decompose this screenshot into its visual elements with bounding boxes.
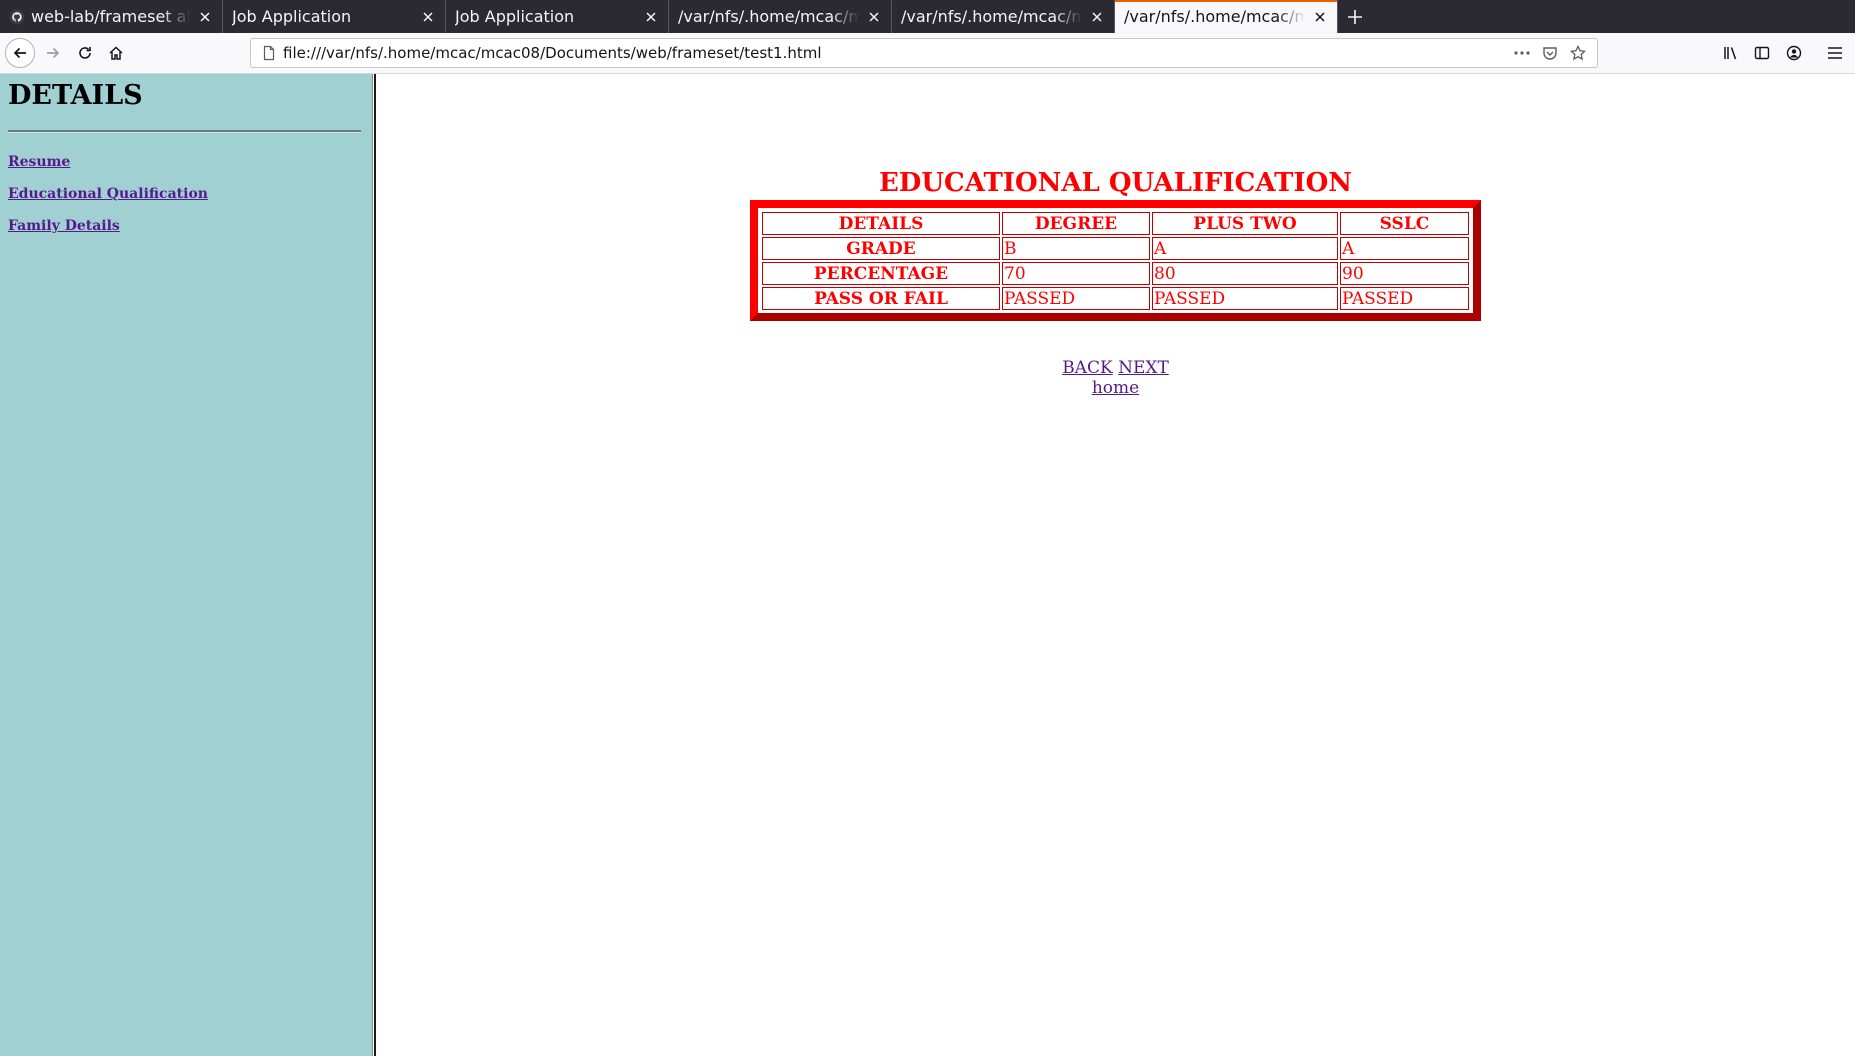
tab-4[interactable]: /var/nfs/.home/mcac/mcac — [892, 0, 1115, 33]
next-link[interactable]: NEXT — [1118, 358, 1169, 378]
tab-strip: web-lab/frameset at ma Job Application J… — [0, 0, 1855, 33]
column-header: DETAILS — [762, 212, 1000, 235]
sidebar-heading: DETAILS — [8, 80, 143, 111]
page-navigation: BACK NEXT home — [376, 358, 1855, 398]
tab-3[interactable]: /var/nfs/.home/mcac/mcac — [669, 0, 892, 33]
forward-button[interactable] — [39, 39, 67, 67]
account-button[interactable] — [1780, 39, 1808, 67]
table-row: PASS OR FAIL PASSED PASSED PASSED — [762, 287, 1469, 310]
table-cell: PASSED — [1002, 287, 1150, 310]
star-icon — [1570, 45, 1586, 61]
column-header: SSLC — [1340, 212, 1469, 235]
reload-button[interactable] — [71, 39, 99, 67]
tab-title: Job Application — [232, 7, 413, 26]
sidebar-link-educational-qualification[interactable]: Educational Qualification — [8, 186, 208, 202]
library-icon — [1724, 47, 1737, 60]
qualification-table: DETAILS DEGREE PLUS TWO SSLC GRADE B A A… — [750, 200, 1481, 321]
table-cell: PASSED — [1340, 287, 1469, 310]
plus-icon — [1348, 9, 1362, 24]
more-dots-icon — [1514, 51, 1530, 55]
tab-title: Job Application — [455, 7, 636, 26]
home-button[interactable] — [102, 39, 130, 67]
tab-title: /var/nfs/.home/mcac/mcac — [1124, 7, 1305, 26]
home-icon — [109, 46, 123, 60]
url-text[interactable]: file:///var/nfs/.home/mcac/mcac08/Docume… — [283, 44, 1509, 62]
close-tab-icon[interactable] — [1088, 8, 1106, 26]
bookmark-button[interactable] — [1565, 40, 1591, 66]
table-cell: A — [1340, 237, 1469, 260]
sidebars-button[interactable] — [1748, 39, 1776, 67]
tab-0[interactable]: web-lab/frameset at ma — [0, 0, 223, 33]
tab-1[interactable]: Job Application — [223, 0, 446, 33]
back-link[interactable]: BACK — [1062, 358, 1112, 378]
sidebar-link-family-details[interactable]: Family Details — [8, 218, 120, 234]
tab-5-active[interactable]: /var/nfs/.home/mcac/mcac — [1115, 0, 1338, 33]
tab-title: /var/nfs/.home/mcac/mcac — [901, 7, 1082, 26]
hamburger-icon — [1828, 47, 1842, 59]
pocket-button[interactable] — [1537, 40, 1563, 66]
close-tab-icon[interactable] — [419, 8, 437, 26]
table-row: GRADE B A A — [762, 237, 1469, 260]
tab-title: /var/nfs/.home/mcac/mcac — [678, 7, 859, 26]
table-header-row: DETAILS DEGREE PLUS TWO SSLC — [762, 212, 1469, 235]
qualification-table-grid: DETAILS DEGREE PLUS TWO SSLC GRADE B A A… — [760, 210, 1471, 312]
tab-2[interactable]: Job Application — [446, 0, 669, 33]
close-tab-icon[interactable] — [865, 8, 883, 26]
row-header: PERCENTAGE — [762, 262, 1000, 285]
table-cell: B — [1002, 237, 1150, 260]
table-cell: A — [1152, 237, 1338, 260]
page-actions-button[interactable] — [1509, 40, 1535, 66]
tab-title: web-lab/frameset at ma — [31, 7, 190, 26]
table-row: PERCENTAGE 70 80 90 — [762, 262, 1469, 285]
arrow-left-icon — [13, 47, 26, 59]
table-cell: PASSED — [1152, 287, 1338, 310]
arrow-right-icon — [47, 47, 60, 59]
reload-icon — [79, 47, 91, 59]
close-tab-icon[interactable] — [642, 8, 660, 26]
close-tab-icon[interactable] — [196, 8, 214, 26]
row-header: GRADE — [762, 237, 1000, 260]
sidebar-icon — [1754, 46, 1770, 60]
page-icon — [263, 45, 275, 61]
library-button[interactable] — [1717, 39, 1745, 67]
github-icon — [9, 9, 25, 24]
home-link[interactable]: home — [1092, 378, 1139, 398]
pocket-icon — [1543, 47, 1557, 60]
table-cell: 80 — [1152, 262, 1338, 285]
table-cell: 90 — [1340, 262, 1469, 285]
sidebar-divider — [8, 130, 361, 133]
new-tab-button[interactable] — [1338, 0, 1372, 33]
table-cell: 70 — [1002, 262, 1150, 285]
navigation-toolbar: file:///var/nfs/.home/mcac/mcac08/Docume… — [0, 33, 1855, 74]
row-header: PASS OR FAIL — [762, 287, 1000, 310]
sidebar-link-resume[interactable]: Resume — [8, 154, 70, 170]
address-bar[interactable]: file:///var/nfs/.home/mcac/mcac08/Docume… — [250, 38, 1598, 68]
page-title: EDUCATIONAL QUALIFICATION — [878, 168, 1353, 198]
account-icon — [1786, 45, 1802, 61]
column-header: DEGREE — [1002, 212, 1150, 235]
menu-button[interactable] — [1821, 39, 1849, 67]
back-button[interactable] — [5, 38, 35, 68]
column-header: PLUS TWO — [1152, 212, 1338, 235]
close-tab-icon[interactable] — [1311, 8, 1329, 26]
